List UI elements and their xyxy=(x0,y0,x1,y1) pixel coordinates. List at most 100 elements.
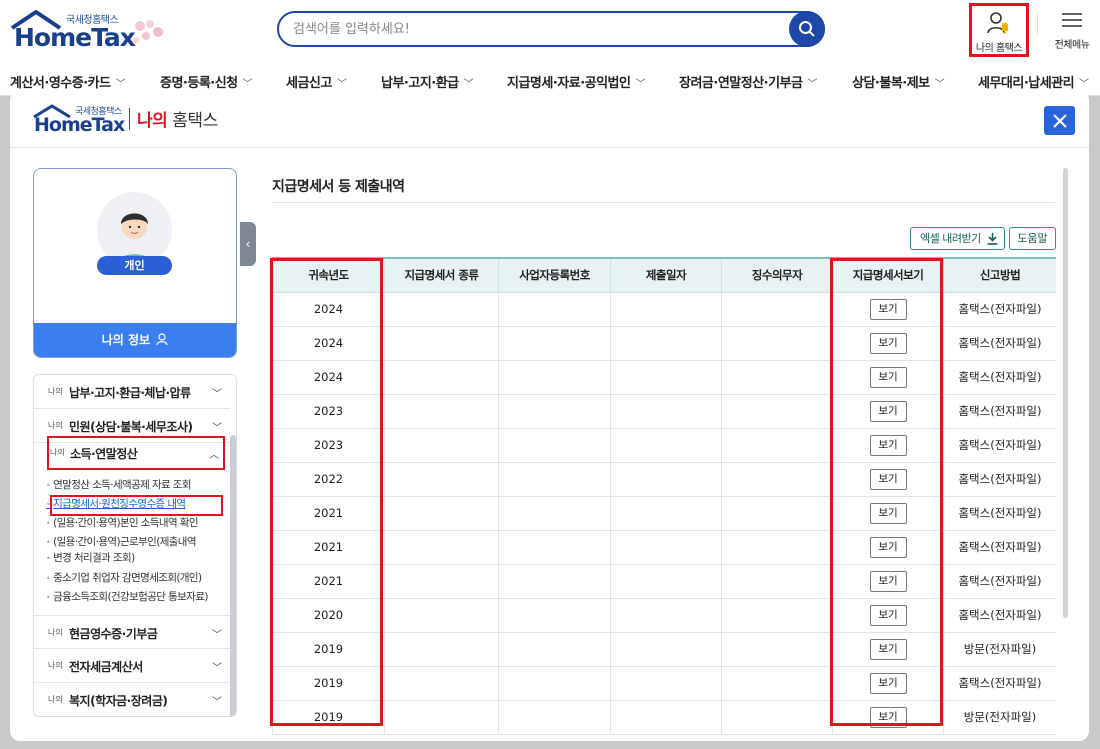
user-icon xyxy=(156,333,168,346)
content-scrollbar[interactable] xyxy=(1063,168,1068,618)
cell-biz-number xyxy=(498,563,611,599)
cell-biz-number xyxy=(498,427,611,463)
cell-view: 보기 xyxy=(832,699,944,735)
side-menu: 나의 납부·고지·환급·체납·압류 ﹀ 나의 민원(상담·불복·세무조사) ﹀ … xyxy=(33,374,237,717)
help-button[interactable]: 도움말 xyxy=(1009,227,1056,250)
sub-item-daily-income[interactable]: (일용·간이·용역)본인 소득내역 확인 xyxy=(46,515,198,532)
menu-prefix: 나의 xyxy=(48,628,63,637)
user-type-badge: 개인 xyxy=(97,256,172,275)
cell-withholder xyxy=(721,597,833,633)
menu-group-cash-receipt[interactable]: 나의 현금영수증·기부금 ﹀ xyxy=(34,615,230,649)
view-statement-button[interactable]: 보기 xyxy=(869,468,907,490)
cell-view: 보기 xyxy=(832,291,944,327)
menu-scrollbar[interactable] xyxy=(230,435,236,716)
cell-biz-number xyxy=(498,461,611,497)
cell-submit-date xyxy=(610,529,722,565)
view-statement-button[interactable]: 보기 xyxy=(869,366,907,388)
sub-item-financial-income[interactable]: 금융소득조회(건강보험공단 통보자료) xyxy=(46,589,208,606)
cell-biz-number xyxy=(498,631,611,667)
menu-group-label: 현금영수증·기부금 xyxy=(69,627,158,641)
table-row: 2024 보기 홈택스(전자파일) xyxy=(272,359,1056,395)
close-icon xyxy=(1052,113,1067,128)
gnb-item-tax-filing[interactable]: 세금신고 ﹀ xyxy=(286,72,347,91)
search-icon xyxy=(799,21,815,37)
view-statement-button[interactable]: 보기 xyxy=(869,604,907,626)
site-header: 국세청홈택스 HomeTax 나의 홈택스 xyxy=(0,0,1100,66)
hometax-logo[interactable]: 국세청홈택스 HomeTax xyxy=(10,10,170,54)
statements-table: 귀속년도 지급명세서 종류 사업자등록번호 제출일자 징수의무자 지급명세서보기… xyxy=(272,257,1056,735)
search-input[interactable] xyxy=(293,19,783,39)
menu-prefix: 나의 xyxy=(48,387,63,396)
menu-prefix: 나의 xyxy=(50,448,65,457)
cell-type xyxy=(384,393,499,429)
gnb-label: 세금신고 xyxy=(286,76,332,91)
cell-method: 홈택스(전자파일) xyxy=(943,563,1056,599)
table-row: 2019 보기 방문(전자파일) xyxy=(272,699,1056,735)
my-hometax-button[interactable]: 나의 홈택스 xyxy=(969,3,1029,57)
view-statement-button[interactable]: 보기 xyxy=(869,298,907,320)
cell-withholder xyxy=(721,699,833,735)
modal-logo: 국세청홈택스 HomeTax xyxy=(32,104,132,136)
view-statement-button[interactable]: 보기 xyxy=(869,672,907,694)
cell-submit-date xyxy=(610,495,722,531)
sub-item-sme-exemption[interactable]: 중소기업 취업자 감면명세조회(개인) xyxy=(46,570,202,587)
cell-withholder xyxy=(721,427,833,463)
search-button[interactable] xyxy=(789,11,825,47)
view-statement-button[interactable]: 보기 xyxy=(869,536,907,558)
close-button[interactable] xyxy=(1044,106,1075,135)
cell-method: 홈택스(전자파일) xyxy=(943,359,1056,395)
chevron-down-icon: ﹀ xyxy=(212,697,222,708)
cell-type xyxy=(384,291,499,327)
gnb-item-payment[interactable]: 납부·고지·환급 ﹀ xyxy=(381,72,474,91)
chevron-left-icon: ‹ xyxy=(245,237,251,251)
sub-item-yearend-deduction[interactable]: 연말정산 소득·세액공제 자료 조회 xyxy=(46,477,191,494)
cell-year: 2021 xyxy=(272,529,385,565)
table-row: 2024 보기 홈택스(전자파일) xyxy=(272,325,1056,361)
profile-card: 개인 나의 정보 xyxy=(33,168,237,358)
cell-view: 보기 xyxy=(832,563,944,599)
excel-download-button[interactable]: 엑셀 내려받기 xyxy=(910,227,1005,250)
chevron-down-icon: ﹀ xyxy=(1079,79,1089,90)
view-statement-button[interactable]: 보기 xyxy=(869,400,907,422)
cell-view: 보기 xyxy=(832,597,944,633)
gnb-item-statements[interactable]: 지급명세·자료·공익법인 ﹀ xyxy=(507,72,645,91)
menu-group-income[interactable]: 나의 소득·연말정산 ︿ xyxy=(47,436,225,470)
menu-group-e-tax-invoice[interactable]: 나의 전자세금계산서 ﹀ xyxy=(34,649,230,683)
menu-group-welfare[interactable]: 나의 복지(학자금·장려금) ﹀ xyxy=(34,683,230,716)
search-bar xyxy=(277,11,825,47)
view-statement-button[interactable]: 보기 xyxy=(869,502,907,524)
cell-method: 홈택스(전자파일) xyxy=(943,597,1056,633)
my-info-button[interactable]: 나의 정보 xyxy=(34,323,236,357)
view-statement-button[interactable]: 보기 xyxy=(869,706,907,728)
cell-withholder xyxy=(721,325,833,361)
panel-collapse-button[interactable]: ‹ xyxy=(240,222,256,266)
gnb-label: 증명·등록·신청 xyxy=(160,76,238,91)
cell-type xyxy=(384,427,499,463)
cell-type xyxy=(384,359,499,395)
view-statement-button[interactable]: 보기 xyxy=(869,570,907,592)
gnb-item-invoices[interactable]: 계산서·영수증·카드 ﹀ xyxy=(10,72,126,91)
cell-type xyxy=(384,665,499,701)
gnb-item-consulting[interactable]: 상담·불복·제보 ﹀ xyxy=(852,72,945,91)
gnb-item-certificates[interactable]: 증명·등록·신청 ﹀ xyxy=(160,72,253,91)
menu-group-payment[interactable]: 나의 납부·고지·환급·체납·압류 ﹀ xyxy=(34,375,230,409)
statements-table-wrap: 귀속년도 지급명세서 종류 사업자등록번호 제출일자 징수의무자 지급명세서보기… xyxy=(272,257,1056,741)
cell-biz-number xyxy=(498,597,611,633)
chevron-down-icon: ﹀ xyxy=(242,79,253,90)
gnb-item-incentives[interactable]: 장려금·연말정산·기부금 ﹀ xyxy=(679,72,817,91)
cell-submit-date xyxy=(610,291,722,327)
cell-type xyxy=(384,699,499,735)
view-statement-button[interactable]: 보기 xyxy=(869,434,907,456)
col-header-year: 귀속년도 xyxy=(272,257,385,293)
cherry-blossom-icon xyxy=(133,20,163,43)
sub-item-daily-deny[interactable]: (일용·간이·용역)근로부인(제출내역 xyxy=(46,534,196,551)
cell-withholder xyxy=(721,665,833,701)
cell-biz-number xyxy=(498,359,611,395)
sub-item-daily-deny-cont[interactable]: 변경 처리결과 조회) xyxy=(46,550,135,567)
table-row: 2023 보기 홈택스(전자파일) xyxy=(272,427,1056,463)
all-menu-button[interactable]: 전체메뉴 xyxy=(1048,10,1096,51)
cell-type xyxy=(384,325,499,361)
view-statement-button[interactable]: 보기 xyxy=(869,638,907,660)
view-statement-button[interactable]: 보기 xyxy=(869,332,907,354)
gnb-item-tax-agent[interactable]: 세무대리·납세관리 ﹀ xyxy=(978,72,1089,91)
